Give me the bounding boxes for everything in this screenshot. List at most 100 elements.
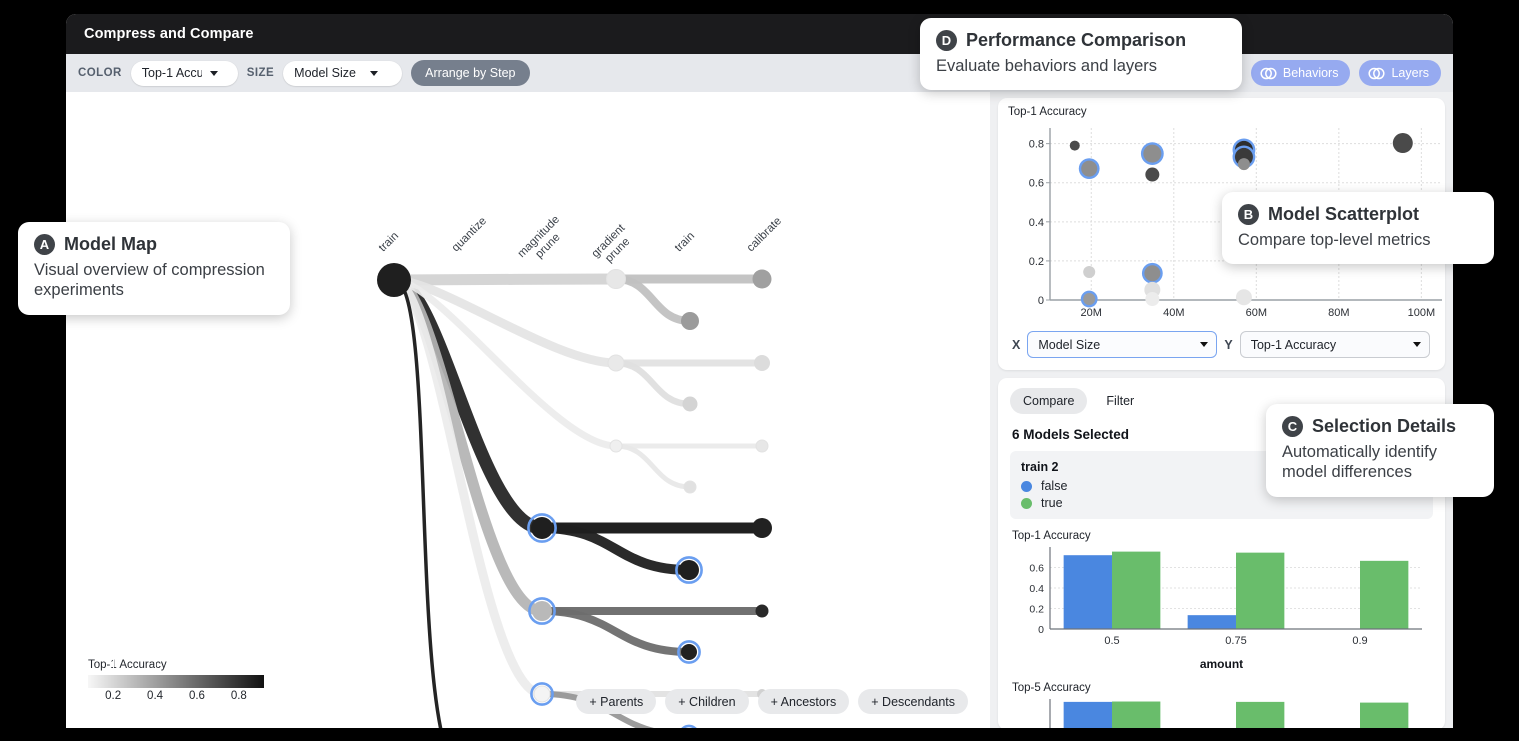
legend-tick: 0.8 xyxy=(230,690,247,702)
legend-tickmark xyxy=(196,659,198,672)
scatter-point[interactable] xyxy=(1081,160,1098,177)
callout-model-map: A Model Map Visual overview of compressi… xyxy=(18,222,290,315)
tab-compare[interactable]: Compare xyxy=(1010,388,1088,414)
map-node[interactable] xyxy=(527,513,557,543)
size-select-value: Model Size xyxy=(294,66,356,80)
legend-item-label: false xyxy=(1041,479,1068,493)
bar[interactable] xyxy=(1112,701,1161,728)
scatter-point[interactable] xyxy=(1083,266,1096,279)
relation-button-2[interactable]: + Ancestors xyxy=(757,689,850,714)
scatter-point[interactable] xyxy=(1235,289,1252,306)
map-node[interactable] xyxy=(377,263,411,297)
top5-accuracy-bar-chart[interactable] xyxy=(1010,695,1430,728)
legend-tick: 0.2 xyxy=(105,690,122,702)
relation-button-0[interactable]: + Parents xyxy=(576,689,657,714)
scatter-point[interactable] xyxy=(1145,167,1160,182)
scatter-point[interactable] xyxy=(1069,140,1080,151)
relation-button-3[interactable]: + Descendants xyxy=(858,689,968,714)
map-node[interactable] xyxy=(755,604,769,618)
behaviors-button[interactable]: Behaviors xyxy=(1250,60,1351,86)
color-legend-gradient xyxy=(88,659,264,688)
scatter-y-tick: 0.6 xyxy=(1029,178,1044,190)
map-node[interactable] xyxy=(682,396,698,412)
callout-selection-details: C Selection Details Automatically identi… xyxy=(1266,404,1494,497)
scatter-point[interactable] xyxy=(1083,293,1096,306)
scatter-x-tick: 60M xyxy=(1246,307,1267,319)
map-node[interactable] xyxy=(752,518,772,538)
map-node[interactable] xyxy=(683,480,697,494)
map-node[interactable] xyxy=(754,355,770,371)
bar[interactable] xyxy=(1187,615,1236,629)
callout-desc: Automatically identify model differences xyxy=(1282,443,1437,482)
bar-x-tick: 0.9 xyxy=(1352,635,1367,647)
color-select-value: Top-1 Accurac xyxy=(141,66,202,80)
size-label: SIZE xyxy=(246,67,275,79)
callout-title: Performance Comparison xyxy=(966,30,1187,50)
relation-button-1[interactable]: + Children xyxy=(665,689,749,714)
top1-bar-x-title: amount xyxy=(1199,657,1244,671)
y-axis-select[interactable]: Top-1 Accuracy xyxy=(1239,331,1430,358)
legend-item: true xyxy=(1021,496,1422,510)
map-node[interactable] xyxy=(675,556,703,584)
scatter-y-tick: 0.4 xyxy=(1029,217,1044,229)
chevron-down-icon xyxy=(1412,342,1421,347)
chevron-down-icon xyxy=(370,70,379,76)
bar[interactable] xyxy=(1236,701,1285,728)
callout-badge: D xyxy=(936,30,957,51)
scatter-x-tick: 80M xyxy=(1328,307,1349,319)
map-node[interactable] xyxy=(755,439,769,453)
chevron-down-icon xyxy=(1200,342,1209,347)
map-node[interactable] xyxy=(607,354,625,372)
venn-icon xyxy=(1260,67,1277,79)
bar-y-tick: 0.6 xyxy=(1029,563,1044,575)
scatter-point[interactable] xyxy=(1143,144,1162,163)
y-axis-label: Y xyxy=(1224,337,1233,352)
scatter-point[interactable] xyxy=(1144,265,1161,282)
scatter-y-axis-title: Top-1 Accuracy xyxy=(1008,106,1087,118)
model-map-graph[interactable] xyxy=(66,92,990,728)
screenshot-root: Compress and Compare COLOR Top-1 Accurac… xyxy=(0,0,1519,741)
color-legend-ticks: 0.2 0.4 0.6 0.8 xyxy=(88,688,264,704)
callout-desc: Compare top-level metrics xyxy=(1238,231,1431,249)
map-node[interactable] xyxy=(681,312,699,330)
map-node[interactable] xyxy=(752,269,772,289)
top1-accuracy-bar-chart[interactable]: 0 0.2 0.4 0.6 0.5 0.75 0.9 xyxy=(1010,543,1430,651)
callout-badge: C xyxy=(1282,416,1303,437)
bar-y-tick: 0.4 xyxy=(1029,583,1044,595)
legend-tickmark xyxy=(113,659,115,672)
toolbar: COLOR Top-1 Accurac SIZE Model Size Arra… xyxy=(66,54,1453,92)
map-node[interactable] xyxy=(606,269,626,289)
map-node[interactable] xyxy=(677,640,701,664)
map-node[interactable] xyxy=(609,439,623,453)
window-titlebar: Compress and Compare xyxy=(66,14,1453,54)
callout-desc: Evaluate behaviors and layers xyxy=(936,57,1158,75)
size-select[interactable]: Model Size xyxy=(283,60,403,86)
scatter-point[interactable] xyxy=(1145,292,1160,307)
map-node[interactable] xyxy=(680,724,698,728)
map-node[interactable] xyxy=(530,682,554,706)
bar[interactable] xyxy=(1236,552,1285,629)
layers-label: Layers xyxy=(1391,66,1429,80)
axis-selectors: X Model Size Y Top-1 Accuracy xyxy=(1012,331,1430,358)
top1-bar-title: Top-1 Accuracy xyxy=(1012,530,1091,542)
bar[interactable] xyxy=(1360,702,1409,728)
model-map-panel[interactable]: train quantize magnitude prune gradient prune… xyxy=(66,92,990,728)
callout-header: B Model Scatterplot xyxy=(1238,204,1476,225)
tab-filter[interactable]: Filter xyxy=(1093,388,1147,414)
callout-desc: Visual overview of compression experimen… xyxy=(34,261,265,300)
scatter-point[interactable] xyxy=(1237,158,1250,171)
bar[interactable] xyxy=(1063,555,1112,629)
scatter-point[interactable] xyxy=(1392,133,1413,154)
callout-header: C Selection Details xyxy=(1282,416,1476,437)
arrange-by-step-button[interactable]: Arrange by Step xyxy=(411,60,530,86)
bar[interactable] xyxy=(1063,701,1112,728)
color-select[interactable]: Top-1 Accurac xyxy=(130,60,238,86)
x-axis-select[interactable]: Model Size xyxy=(1027,331,1218,358)
legend-swatch-icon xyxy=(1021,480,1032,492)
bar[interactable] xyxy=(1112,551,1161,629)
map-node[interactable] xyxy=(528,597,556,625)
callout-title: Model Map xyxy=(64,234,157,254)
bar[interactable] xyxy=(1360,560,1409,629)
venn-icon xyxy=(1368,67,1386,79)
layers-button[interactable]: Layers xyxy=(1359,60,1441,86)
